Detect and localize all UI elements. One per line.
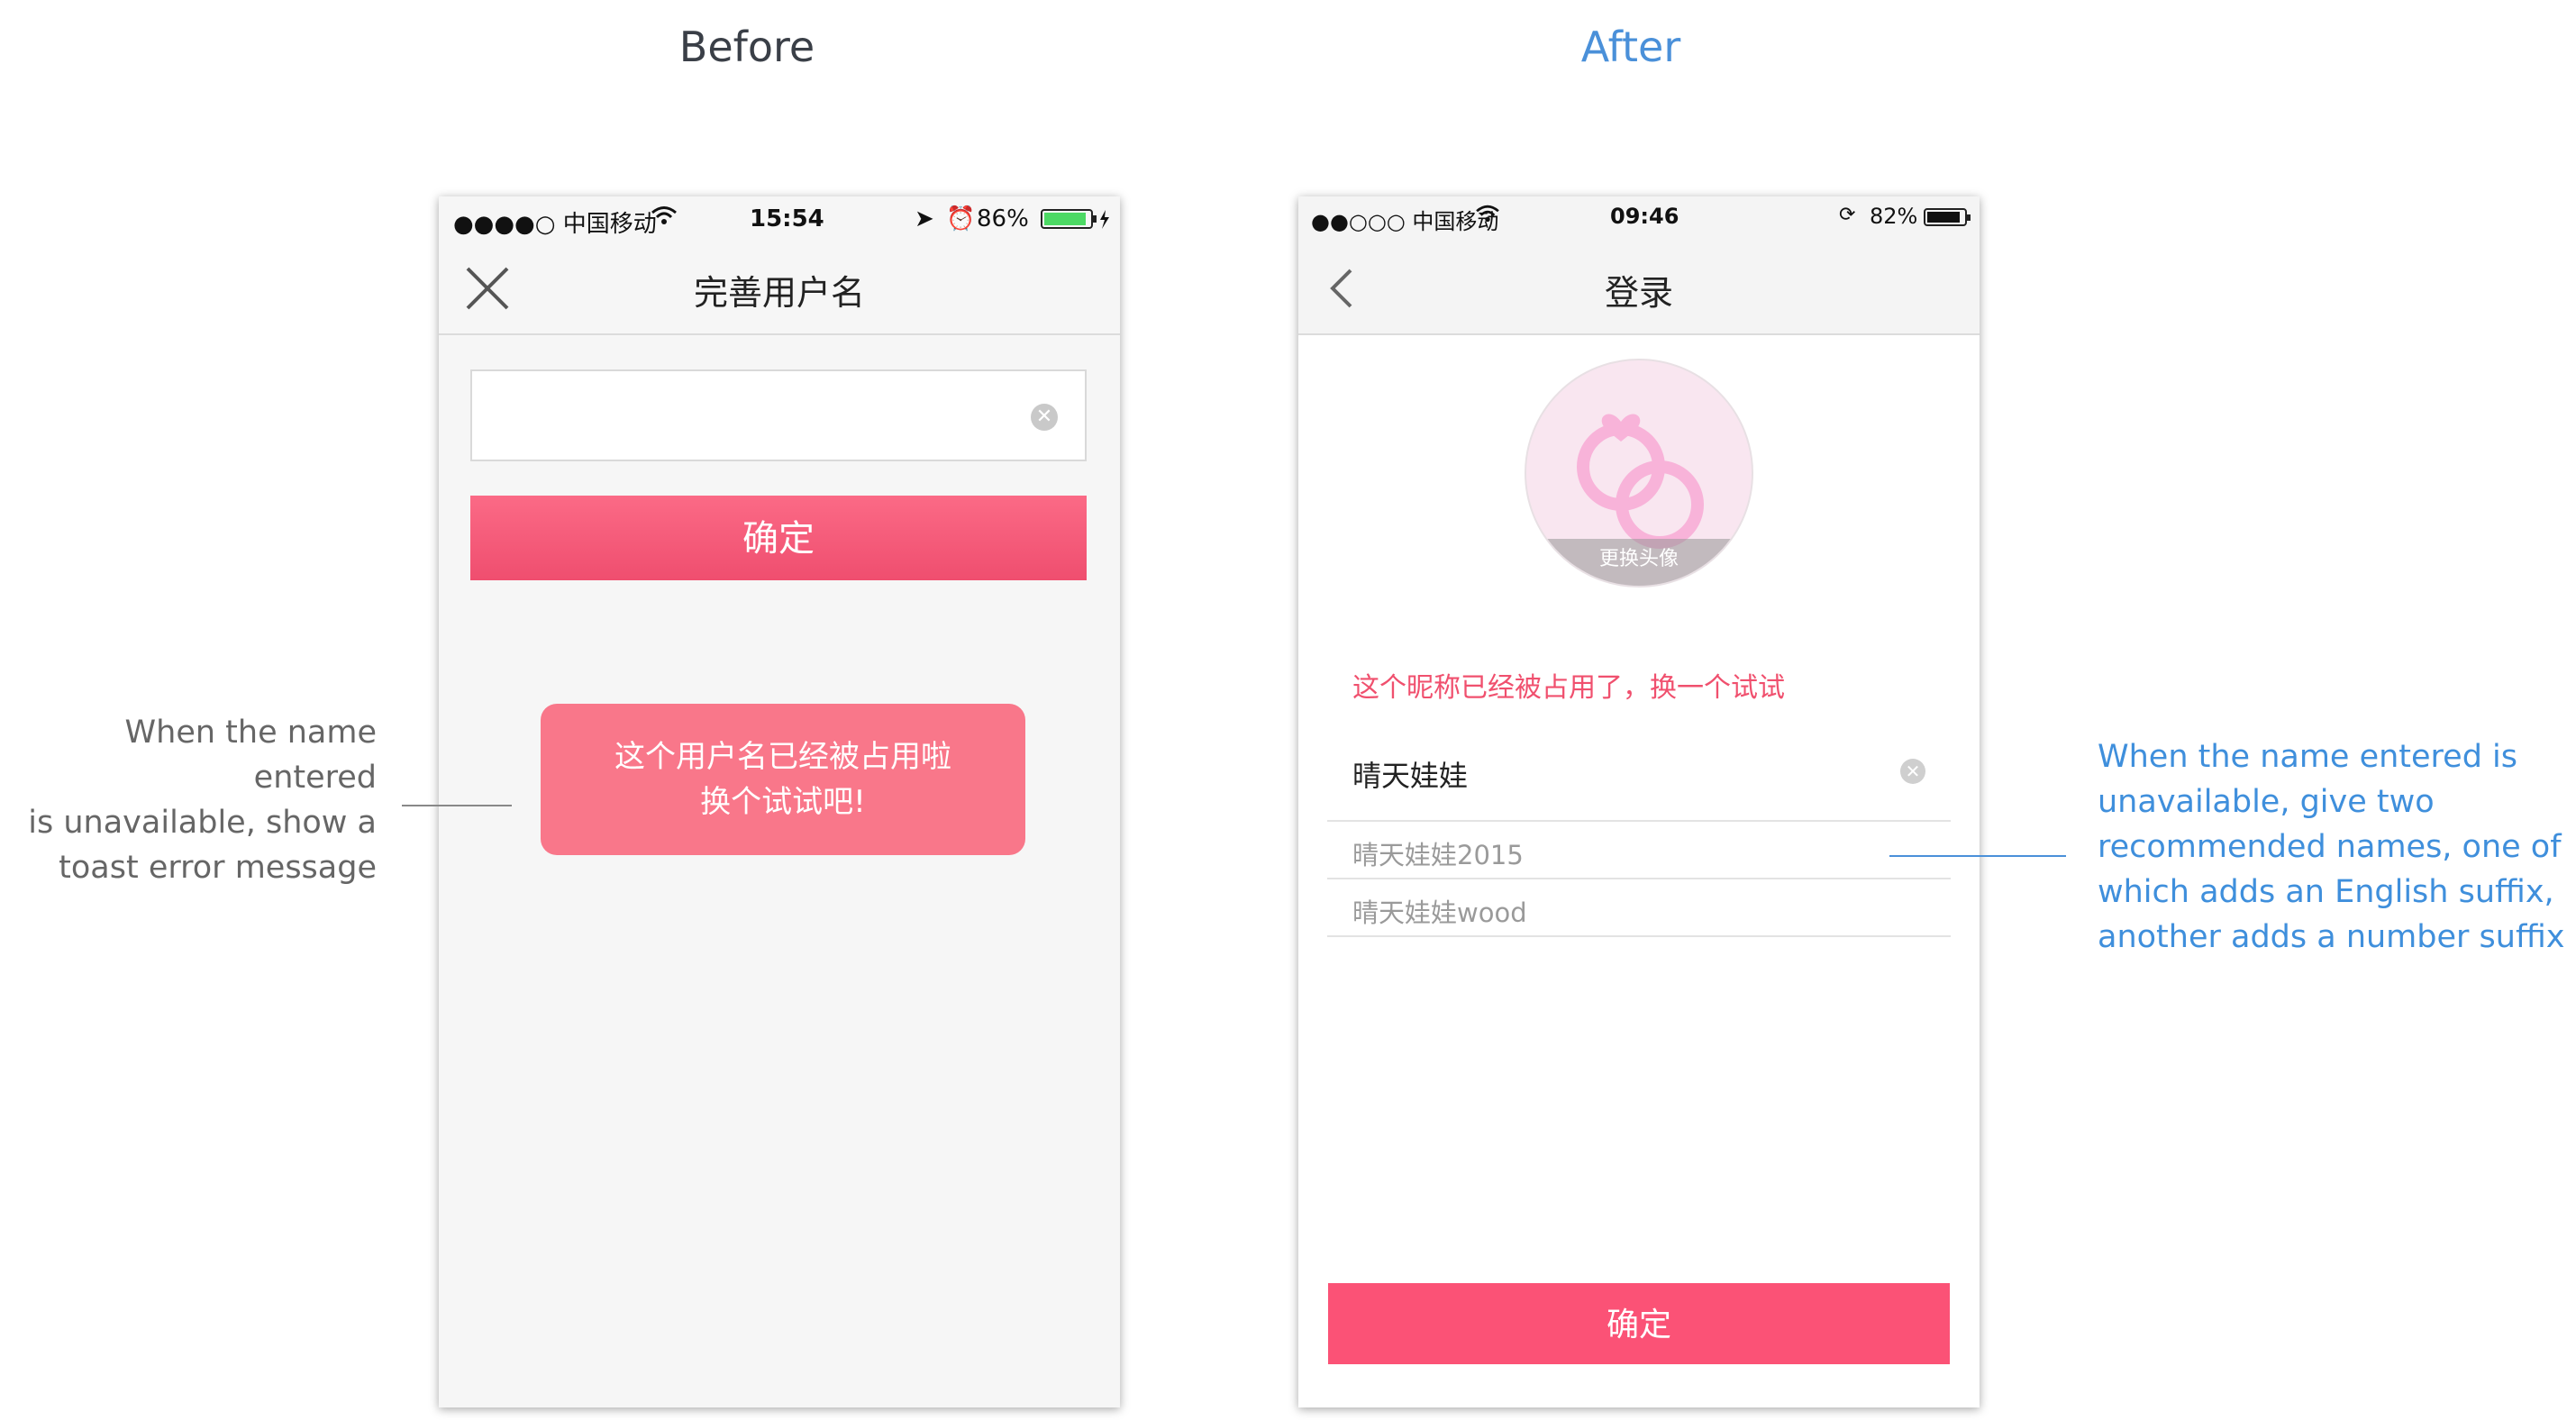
status-bar: ●●○○○ 中国移动 09:46 ⟳ 82% [1298, 196, 1980, 243]
battery-icon [1041, 208, 1113, 236]
nav-bar: 完善用户名 [439, 243, 1120, 335]
battery-percent: 82% [1870, 204, 1918, 229]
toast-line-2: 换个试试吧! [700, 784, 866, 820]
annotation-line: When the name entered [124, 715, 377, 796]
before-heading: Before [678, 23, 815, 71]
page-title: 登录 [1604, 273, 1673, 313]
battery-percent: 86% [977, 205, 1029, 232]
username-input[interactable]: ✕ [470, 369, 1087, 461]
annotation-line: recommended names, one of [2098, 829, 2562, 865]
carrier-label: ●●●●○ 中国移动 [453, 211, 657, 238]
suggested-name-label: 晴天娃娃wood [1352, 897, 1527, 928]
toast-error-message: 这个用户名已经被占用啦 换个试试吧! [541, 704, 1025, 855]
clear-input-icon[interactable]: ✕ [1031, 404, 1058, 431]
right-annotation-connector [1889, 855, 2066, 857]
annotation-line: another adds a number suffix [2098, 919, 2565, 955]
rotation-lock-icon: ⟳ [1839, 204, 1856, 226]
change-avatar-label[interactable]: 更换头像 [1526, 539, 1752, 586]
nav-bar: 登录 [1298, 243, 1980, 335]
after-heading: After [1580, 23, 1681, 71]
nickname-input[interactable]: 晴天娃娃 ✕ [1327, 726, 1951, 822]
confirm-button[interactable]: 确定 [1328, 1283, 1950, 1364]
status-bar: ●●●●○ 中国移动 15:54 ➤ ⏰ 86% [439, 196, 1120, 243]
annotation-line: When the name entered is [2098, 739, 2518, 775]
after-phone-screen: ●●○○○ 中国移动 09:46 ⟳ 82% 登录 更换头像 这个昵称已经被占用… [1298, 196, 1980, 1407]
before-phone-screen: ●●●●○ 中国移动 15:54 ➤ ⏰ 86% 完善用户名 ✕ 确定 这个用户… [439, 196, 1120, 1407]
wifi-icon [651, 205, 678, 232]
carrier-label: ●●○○○ 中国移动 [1311, 209, 1499, 234]
annotation-line: unavailable, give two [2098, 784, 2435, 820]
battery-icon [1924, 206, 1974, 233]
error-message: 这个昵称已经被占用了，换一个试试 [1352, 672, 1785, 704]
suggested-name-option[interactable]: 晴天娃娃2015 [1327, 822, 1951, 879]
clear-input-icon[interactable]: ✕ [1900, 759, 1925, 784]
toast-line-1: 这个用户名已经被占用啦 [614, 739, 951, 775]
nickname-value: 晴天娃娃 [1352, 759, 1469, 793]
wifi-icon [1475, 203, 1500, 230]
status-time: 15:54 [750, 205, 824, 232]
annotation-line: toast error message [59, 850, 377, 886]
annotation-line: is unavailable, show a [28, 805, 377, 841]
right-annotation: When the name entered is unavailable, gi… [2098, 734, 2566, 960]
status-time: 09:46 [1610, 204, 1679, 229]
annotation-line: which adds an English suffix, [2098, 874, 2554, 910]
suggested-name-option[interactable]: 晴天娃娃wood [1327, 879, 1951, 937]
suggested-name-label: 晴天娃娃2015 [1352, 840, 1524, 870]
confirm-button[interactable]: 确定 [470, 496, 1087, 580]
alarm-icon: ⏰ [946, 205, 976, 232]
location-icon: ➤ [915, 205, 934, 232]
left-annotation-connector [402, 805, 512, 806]
left-annotation: When the name entered is unavailable, sh… [0, 710, 377, 890]
avatar[interactable]: 更换头像 [1525, 359, 1753, 588]
page-title: 完善用户名 [693, 273, 865, 313]
